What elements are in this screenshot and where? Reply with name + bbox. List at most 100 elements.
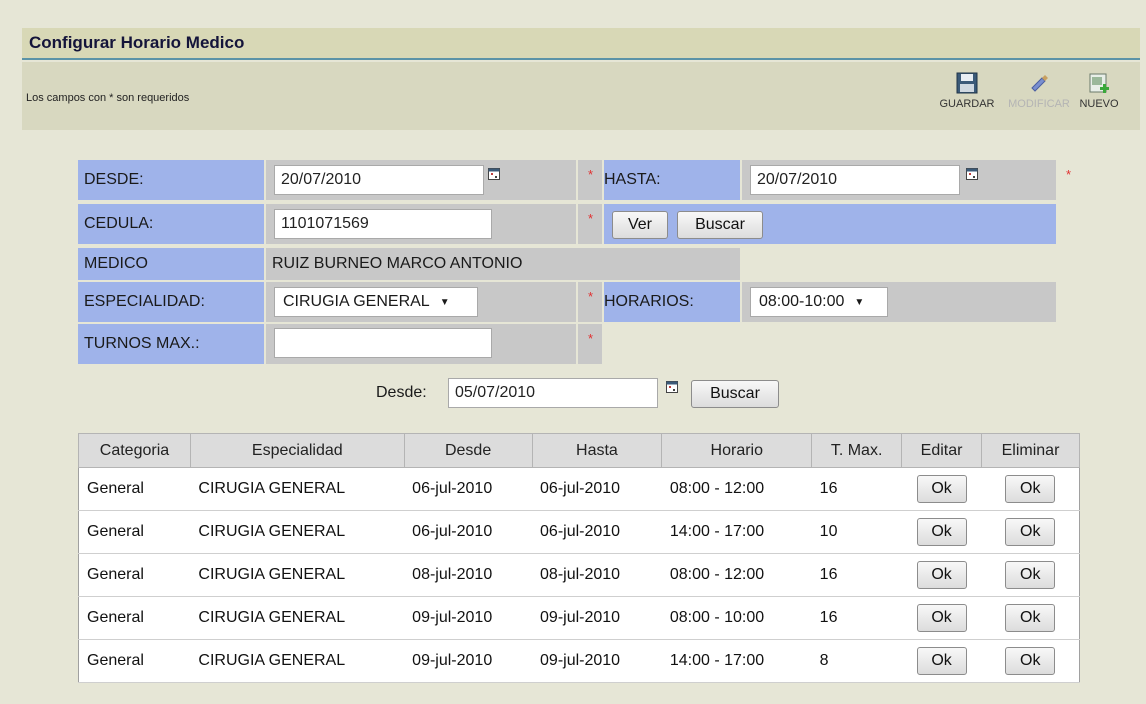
table-cell: CIRUGIA GENERAL: [190, 553, 405, 597]
medico-value: RUIZ BURNEO MARCO ANTONIO: [266, 248, 740, 280]
table-cell: 14:00 - 17:00: [661, 510, 812, 554]
required-note: Los campos con * son requeridos: [26, 92, 190, 104]
column-header: Eliminar: [981, 433, 1080, 468]
table-cell: 16: [811, 467, 902, 511]
table-row: General CIRUGIA GENERAL 06-jul-2010 06-j…: [78, 467, 1080, 511]
turnos-max-input[interactable]: [274, 328, 492, 358]
table-cell: 06-jul-2010: [532, 467, 662, 511]
calendar-icon[interactable]: [488, 168, 500, 180]
nuevo-label: NUEVO: [1079, 98, 1119, 110]
table-cell: 16: [811, 553, 902, 597]
table-cell: 06-jul-2010: [404, 510, 533, 554]
horarios-label: HORARIOS:: [604, 282, 740, 322]
filter-desde-label: Desde:: [376, 384, 427, 401]
filter-desde-input[interactable]: [448, 378, 658, 408]
guardar-button[interactable]: GUARDAR: [932, 72, 1002, 110]
modificar-button[interactable]: MODIFICAR: [1004, 72, 1074, 110]
table-cell: 08:00 - 12:00: [661, 553, 812, 597]
column-header: Desde: [403, 433, 533, 468]
horarios-table: Categoria Especialidad Desde Hasta Horar…: [78, 433, 1080, 683]
filter-buscar-button[interactable]: Buscar: [691, 380, 779, 408]
delete-ok-button[interactable]: Ok: [1005, 561, 1056, 589]
column-header: Hasta: [531, 433, 663, 468]
column-header: T. Max.: [811, 433, 903, 468]
table-cell: 06-jul-2010: [532, 510, 662, 554]
calendar-icon[interactable]: [666, 381, 678, 393]
medico-label: MEDICO: [78, 248, 264, 280]
edit-ok-button[interactable]: Ok: [916, 604, 967, 632]
chevron-down-icon: ▼: [439, 296, 450, 308]
table-cell: CIRUGIA GENERAL: [190, 510, 405, 554]
table-cell: 09-jul-2010: [404, 596, 533, 640]
edit-brush-icon: [1031, 75, 1048, 92]
table-row: General CIRUGIA GENERAL 06-jul-2010 06-j…: [78, 510, 1080, 554]
ver-button[interactable]: Ver: [612, 211, 668, 239]
new-document-icon: [1089, 73, 1109, 93]
cedula-actions-cell: [604, 204, 1056, 244]
table-row: General CIRUGIA GENERAL 09-jul-2010 09-j…: [78, 596, 1080, 640]
edit-cell: Ok: [901, 553, 982, 597]
edit-ok-button[interactable]: Ok: [916, 647, 967, 675]
column-header: Categoria: [78, 433, 191, 468]
delete-ok-button[interactable]: Ok: [1005, 475, 1056, 503]
table-header-row: Categoria Especialidad Desde Hasta Horar…: [78, 433, 1080, 468]
table-cell: CIRUGIA GENERAL: [190, 467, 405, 511]
required-marker: *: [1066, 167, 1072, 182]
table-cell: 08:00 - 12:00: [661, 467, 812, 511]
table-cell: 09-jul-2010: [532, 596, 662, 640]
table-cell: CIRUGIA GENERAL: [190, 639, 405, 683]
edit-cell: Ok: [901, 467, 982, 511]
table-cell: 09-jul-2010: [404, 639, 533, 683]
cedula-label: CEDULA:: [78, 204, 264, 244]
delete-ok-button[interactable]: Ok: [1005, 604, 1056, 632]
column-header: Horario: [661, 433, 813, 468]
edit-cell: Ok: [901, 510, 982, 554]
save-disk-icon: [956, 72, 978, 94]
desde-date-input[interactable]: [274, 165, 484, 195]
table-cell: General: [78, 510, 191, 554]
delete-cell: Ok: [981, 510, 1080, 554]
column-header: Especialidad: [189, 433, 405, 468]
table-cell: 08-jul-2010: [532, 553, 662, 597]
calendar-icon[interactable]: [966, 168, 978, 180]
page-title: Configurar Horario Medico: [22, 28, 1140, 60]
table-cell: CIRUGIA GENERAL: [190, 596, 405, 640]
table-cell: General: [78, 467, 191, 511]
especialidad-select[interactable]: CIRUGIA GENERAL ▼: [274, 287, 478, 317]
table-cell: 10: [811, 510, 902, 554]
edit-ok-button[interactable]: Ok: [916, 475, 967, 503]
delete-cell: Ok: [981, 467, 1080, 511]
edit-ok-button[interactable]: Ok: [916, 518, 967, 546]
especialidad-label: ESPECIALIDAD:: [78, 282, 264, 322]
table-cell: 14:00 - 17:00: [661, 639, 812, 683]
delete-cell: Ok: [981, 639, 1080, 683]
delete-ok-button[interactable]: Ok: [1005, 518, 1056, 546]
desde-label: DESDE:: [78, 160, 264, 200]
table-cell: General: [78, 596, 191, 640]
horarios-selected: 08:00-10:00: [759, 293, 845, 310]
table-row: General CIRUGIA GENERAL 08-jul-2010 08-j…: [78, 553, 1080, 597]
table-cell: 16: [811, 596, 902, 640]
delete-ok-button[interactable]: Ok: [1005, 647, 1056, 675]
especialidad-selected: CIRUGIA GENERAL: [283, 293, 430, 310]
buscar-cedula-button[interactable]: Buscar: [677, 211, 763, 239]
horarios-select[interactable]: 08:00-10:00 ▼: [750, 287, 888, 317]
toolbar-bar: Los campos con * son requeridos GUARDAR …: [22, 62, 1140, 130]
modificar-label: MODIFICAR: [1008, 98, 1070, 110]
table-row: General CIRUGIA GENERAL 09-jul-2010 09-j…: [78, 639, 1080, 683]
chevron-down-icon: ▼: [854, 296, 865, 308]
required-marker: *: [588, 167, 594, 182]
edit-cell: Ok: [901, 596, 982, 640]
table-cell: 08:00 - 10:00: [661, 596, 812, 640]
turnos-max-label: TURNOS MAX.:: [78, 324, 264, 364]
edit-ok-button[interactable]: Ok: [916, 561, 967, 589]
cedula-input[interactable]: [274, 209, 492, 239]
table-cell: General: [78, 553, 191, 597]
table-cell: 09-jul-2010: [532, 639, 662, 683]
hasta-date-input[interactable]: [750, 165, 960, 195]
delete-cell: Ok: [981, 596, 1080, 640]
nuevo-button[interactable]: NUEVO: [1074, 72, 1124, 110]
required-marker: *: [588, 289, 594, 304]
guardar-label: GUARDAR: [939, 98, 995, 110]
column-header: Editar: [901, 433, 983, 468]
